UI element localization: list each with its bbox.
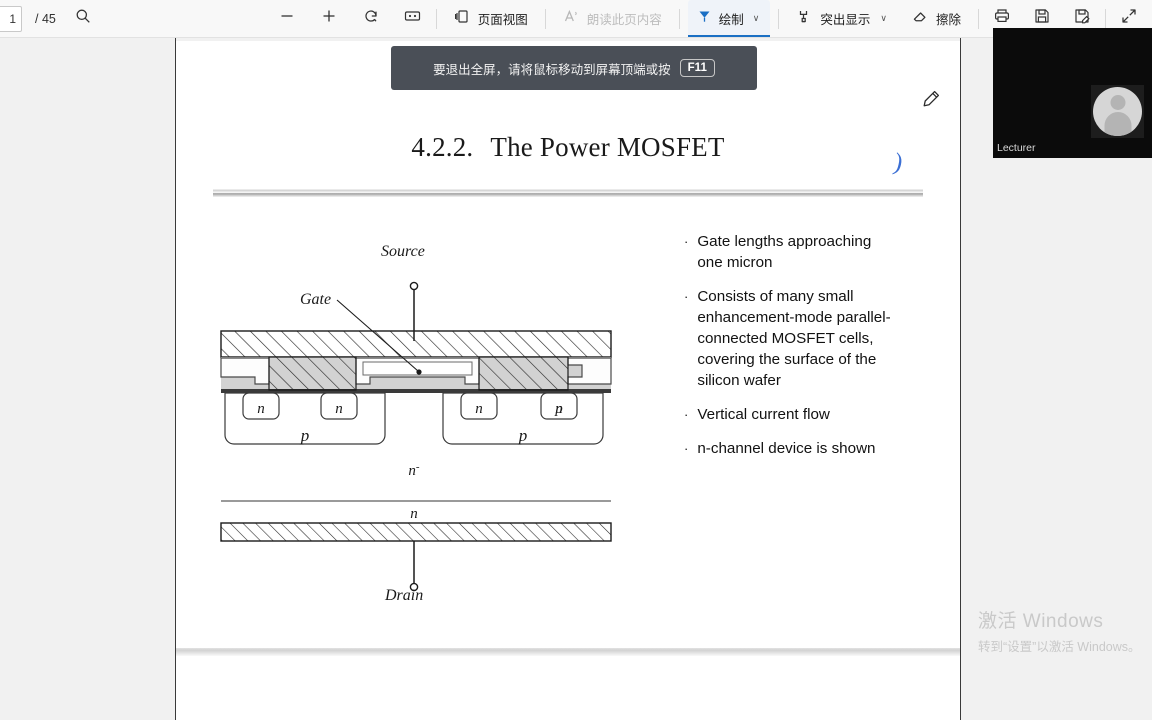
participant-name-label: Lecturer (997, 142, 1036, 154)
page-number-value: 1 (9, 11, 16, 26)
bullet-text: n-channel device is shown (697, 440, 876, 457)
print-icon (993, 7, 1011, 30)
expand-icon (1120, 7, 1138, 30)
svg-text:n: n (257, 401, 265, 417)
fit-page-button[interactable] (398, 4, 428, 34)
read-aloud-button[interactable]: 朗读此页内容 (554, 4, 671, 34)
left-gutter (0, 38, 176, 720)
bullet-marker: · (684, 441, 689, 456)
diagram-gate-label: Gate (300, 291, 332, 308)
toolbar-divider (1105, 8, 1106, 29)
erase-tool-button[interactable]: 擦除 (903, 4, 970, 34)
svg-text:p: p (518, 426, 528, 445)
toolbar-divider (544, 8, 546, 29)
mosfet-cross-section-diagram: n n n p n p p n- n Source Gate Drain (213, 201, 663, 611)
bullet-text: Gate lengths approaching one micron (697, 233, 872, 271)
fullscreen-exit-notice: 要退出全屏，请将鼠标移动到屏幕顶端或按 F11 (391, 46, 757, 90)
plus-icon (320, 7, 338, 30)
next-page-sheet (176, 656, 960, 720)
bullet-marker: · (684, 407, 689, 422)
document-workspace: 要退出全屏，请将鼠标移动到屏幕顶端或按 F11 4.2.2. The Power … (0, 38, 1152, 720)
bullet-text: Consists of many small enhancement-mode … (697, 288, 891, 389)
fullscreen-key-badge: F11 (679, 59, 715, 77)
svg-text:n-: n- (408, 461, 420, 479)
page-total-label: / 45 (35, 11, 56, 26)
rotate-button[interactable] (356, 4, 386, 34)
read-aloud-label: 朗读此页内容 (586, 13, 662, 27)
minus-icon (278, 7, 296, 30)
draw-label: 绘制 (718, 13, 744, 27)
toolbar-divider (435, 8, 437, 29)
draw-pen-icon (696, 8, 713, 30)
search-icon (75, 8, 91, 29)
pencil-icon[interactable] (920, 88, 942, 115)
save-as-icon (1073, 7, 1091, 30)
pdf-page[interactable]: 要退出全屏，请将鼠标移动到屏幕顶端或按 F11 4.2.2. The Power … (176, 41, 960, 648)
highlight-tool-button[interactable]: 突出显示 ∨ (787, 4, 899, 34)
page-view-button[interactable]: 页面视图 (445, 4, 537, 34)
search-button[interactable] (68, 4, 98, 34)
lecturer-video-tile[interactable]: Lecturer (993, 28, 1152, 158)
save-icon (1033, 7, 1051, 30)
toolbar-divider (978, 8, 979, 29)
svg-text:n: n (410, 506, 418, 522)
rotate-icon (362, 7, 380, 30)
list-item: · Consists of many small enhancement-mod… (684, 286, 894, 391)
fullscreen-notice-text: 要退出全屏，请将鼠标移动到屏幕顶端或按 (433, 62, 671, 77)
erase-label: 擦除 (935, 13, 961, 27)
diagram-source-label: Source (381, 243, 425, 260)
svg-text:n: n (335, 401, 343, 417)
draw-tool-button[interactable]: 绘制 ∨ (687, 0, 771, 37)
pdf-toolbar: 1 / 45 页面视图 朗读此页内容 绘制 ∨ 突出显示 ∨ 擦除 (0, 0, 1152, 38)
list-item: · n-channel device is shown (684, 438, 894, 459)
bullet-text: Vertical current flow (697, 406, 830, 423)
svg-text:p: p (300, 426, 310, 445)
toolbar-divider (678, 8, 680, 29)
title-rule (213, 189, 923, 197)
list-item: · Gate lengths approaching one micron (684, 231, 894, 273)
bullet-marker: · (684, 234, 689, 249)
fit-page-icon (403, 8, 422, 29)
slide-title: 4.2.2. The Power MOSFET (176, 132, 960, 163)
person-avatar-icon (1093, 87, 1142, 136)
slide-title-text: The Power MOSFET (490, 132, 725, 162)
highlighter-icon (796, 8, 813, 30)
bullet-marker: · (684, 289, 689, 304)
page-view-icon (454, 8, 471, 30)
page-view-label: 页面视图 (477, 13, 528, 27)
page-number-input[interactable]: 1 (0, 5, 22, 32)
read-aloud-icon (563, 8, 580, 30)
eraser-icon (912, 8, 929, 30)
slide-bullet-list: · Gate lengths approaching one micron · … (684, 231, 894, 472)
diagram-drain-label: Drain (385, 587, 424, 604)
avatar (1091, 85, 1144, 138)
zoom-out-button[interactable] (272, 4, 302, 34)
zoom-in-button[interactable] (314, 4, 344, 34)
chevron-down-icon[interactable]: ∨ (877, 13, 890, 24)
toolbar-divider (778, 8, 780, 29)
chevron-down-icon[interactable]: ∨ (750, 13, 763, 24)
svg-text:n: n (555, 401, 563, 417)
highlight-label: 突出显示 (820, 13, 871, 27)
svg-text:n: n (475, 401, 483, 417)
list-item: · Vertical current flow (684, 404, 894, 425)
slide-section-number: 4.2.2. (411, 132, 474, 162)
